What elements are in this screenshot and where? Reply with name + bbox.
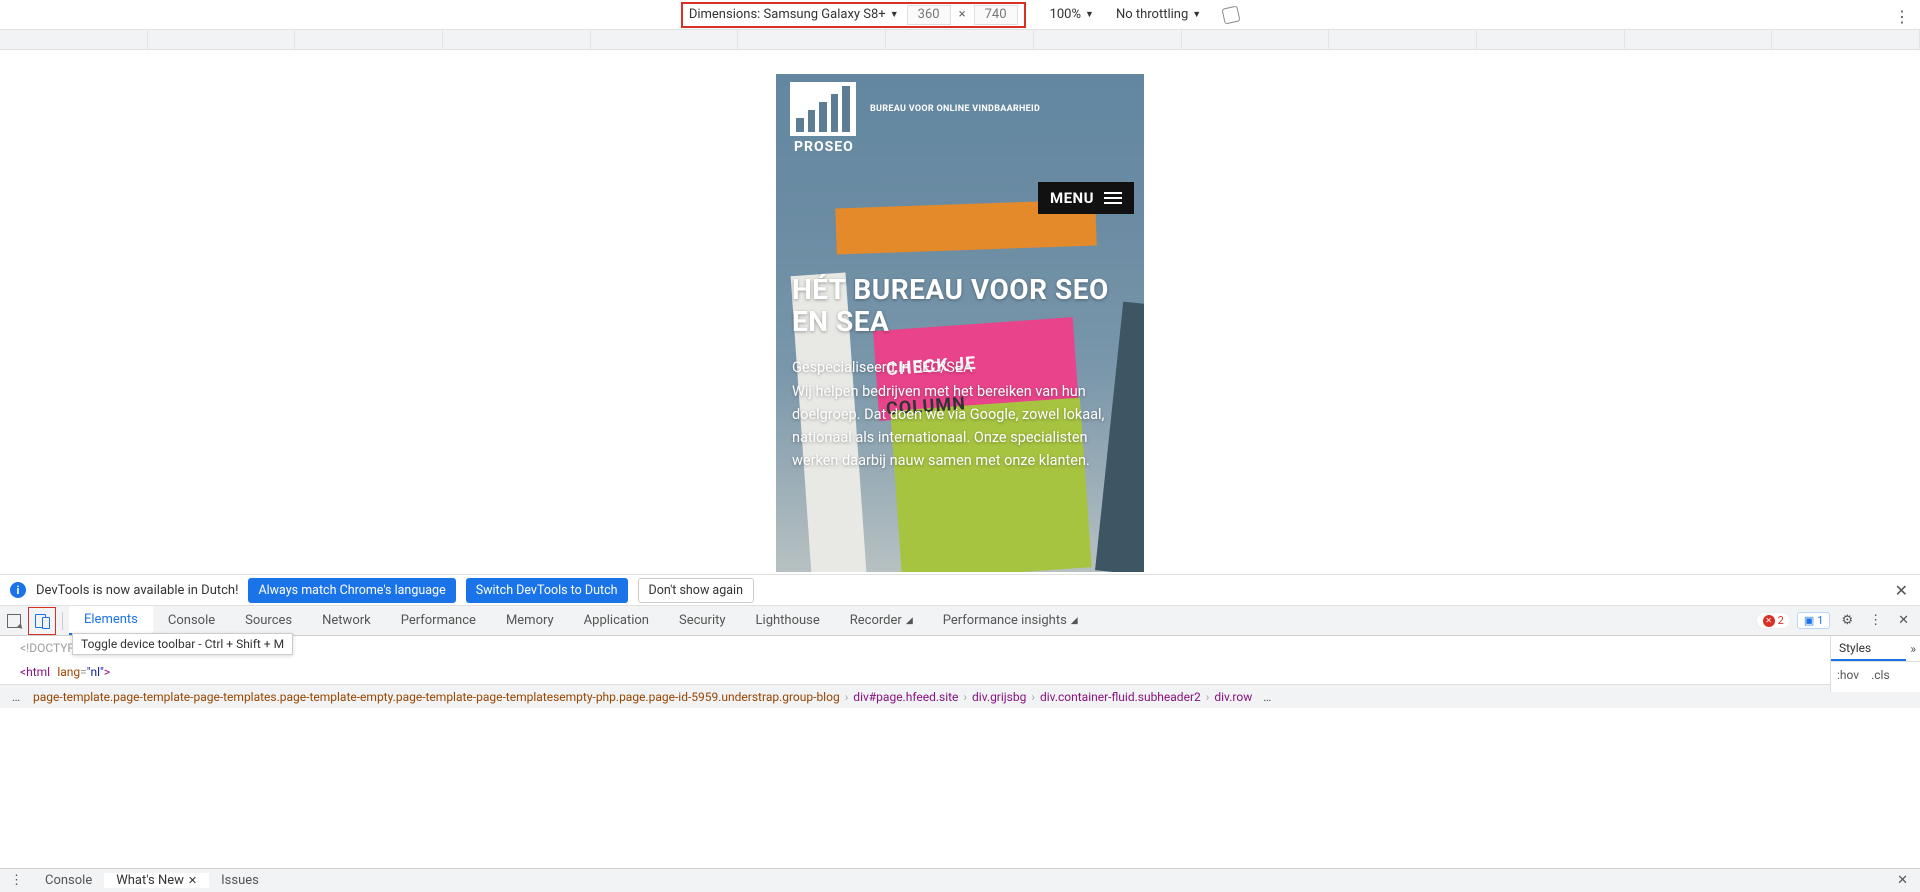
tab-elements[interactable]: Elements (69, 606, 153, 635)
drawer-tab-whatsnew[interactable]: What's New✕ (104, 873, 209, 888)
menu-label: MENU (1050, 189, 1094, 207)
settings-icon[interactable]: ⚙ (1836, 613, 1858, 628)
tab-security[interactable]: Security (664, 606, 741, 635)
menu-button[interactable]: MENU (1038, 182, 1134, 214)
experiment-icon: ◢ (1071, 616, 1078, 626)
device-toolbar-more-icon[interactable]: ⋮ (1894, 7, 1910, 26)
tab-perf-insights[interactable]: Performance insights◢ (928, 606, 1093, 635)
site-tagline: BUREAU VOOR ONLINE VINDBAARHEID (870, 104, 1040, 114)
logo-icon (790, 82, 856, 136)
devtools-tabbar: Elements Console Sources Network Perform… (0, 606, 1920, 636)
source-line-html[interactable]: <html lang="nl"> (0, 660, 1920, 684)
inspect-element-button[interactable] (0, 607, 28, 635)
switch-dutch-button[interactable]: Switch DevTools to Dutch (466, 578, 628, 603)
width-input[interactable] (907, 5, 951, 25)
hamburger-icon (1104, 192, 1122, 204)
hov-toggle[interactable]: :hov (1831, 668, 1865, 682)
crumb-body[interactable]: page-template.page-template-page-templat… (28, 690, 845, 704)
styles-more-icon[interactable]: » (1906, 642, 1920, 656)
drawer-tab-console[interactable]: Console (33, 873, 104, 888)
dimensions-dropdown[interactable]: Dimensions: Samsung Galaxy S8+▼ (689, 7, 899, 22)
errors-badge[interactable]: ✕2 (1756, 612, 1791, 629)
throttling-dropdown[interactable]: No throttling▼ (1116, 7, 1201, 22)
crumb-sub[interactable]: div.container-fluid.subheader2 (1035, 690, 1206, 704)
styles-panel: Styles » :hov .cls (1830, 636, 1920, 692)
drawer-tabbar: ⋮ Console What's New✕ Issues ✕ (0, 868, 1920, 892)
drawer-close-icon[interactable]: ✕ (1897, 873, 1908, 888)
site-brand: PROSEO (794, 139, 854, 155)
info-icon: i (10, 582, 26, 598)
device-icon (35, 614, 49, 628)
tab-application[interactable]: Application (569, 606, 664, 635)
viewport: CHECK JE COLUMN BUREAU VOOR ONLINE VINDB… (0, 50, 1920, 574)
cls-toggle[interactable]: .cls (1865, 668, 1896, 682)
dimension-separator: × (959, 7, 966, 22)
tab-recorder[interactable]: Recorder◢ (835, 606, 928, 635)
match-language-button[interactable]: Always match Chrome's language (248, 578, 455, 603)
tab-memory[interactable]: Memory (491, 606, 569, 635)
notice-text: DevTools is now available in Dutch! (36, 583, 238, 598)
dont-show-button[interactable]: Don't show again (638, 578, 755, 603)
zoom-dropdown[interactable]: 100%▼ (1050, 7, 1094, 22)
toggle-device-tooltip: Toggle device toolbar - Ctrl + Shift + M (72, 633, 293, 655)
dom-breadcrumb[interactable]: … page-template.page-template-page-templ… (0, 684, 1920, 708)
rotate-icon[interactable] (1222, 5, 1241, 24)
more-icon[interactable]: ⋮ (1864, 613, 1887, 628)
height-input[interactable] (974, 5, 1018, 25)
hero-p2: Wij helpen bedrijven met het bereiken va… (792, 380, 1128, 426)
crumb-grijs[interactable]: div.grijsbg (967, 690, 1031, 704)
drawer-tab-issues[interactable]: Issues (209, 873, 271, 888)
tab-lighthouse[interactable]: Lighthouse (741, 606, 835, 635)
tab-sources[interactable]: Sources (230, 606, 307, 635)
crumb-page[interactable]: div#page.hfeed.site (848, 690, 963, 704)
close-devtools-icon[interactable]: ✕ (1893, 613, 1914, 628)
dimensions-highlight: Dimensions: Samsung Galaxy S8+▼ × (681, 2, 1026, 28)
notice-close-icon[interactable]: ✕ (1895, 581, 1908, 600)
device-toolbar: Dimensions: Samsung Galaxy S8+▼ × 100%▼ … (0, 0, 1920, 30)
tab-network[interactable]: Network (307, 606, 386, 635)
device-frame: CHECK JE COLUMN BUREAU VOOR ONLINE VINDB… (776, 74, 1144, 572)
hero-text: HÉT BUREAU VOOR SEO EN SEA Gespecialisee… (792, 274, 1128, 472)
experiment-icon: ◢ (906, 616, 913, 626)
site-logo[interactable]: BUREAU VOOR ONLINE VINDBAARHEID (790, 82, 1040, 136)
language-notice: i DevTools is now available in Dutch! Al… (0, 574, 1920, 606)
ruler (0, 30, 1920, 50)
inspect-icon (7, 614, 21, 628)
toggle-device-button[interactable] (28, 607, 56, 635)
crumb-row[interactable]: div.row (1209, 690, 1257, 704)
tab-console[interactable]: Console (153, 606, 230, 635)
messages-badge[interactable]: ▣ 1 (1797, 612, 1831, 629)
hero-p1: Gespecialiseerd in SEO/SEA (792, 356, 1128, 379)
drawer-more-icon[interactable]: ⋮ (0, 873, 33, 888)
breadcrumb-overflow[interactable]: … (12, 690, 20, 704)
hero-p3: nationaal als internationaal. Onze speci… (792, 426, 1128, 472)
styles-tab[interactable]: Styles (1831, 636, 1906, 661)
tab-performance[interactable]: Performance (386, 606, 491, 635)
hero-title: HÉT BUREAU VOOR SEO EN SEA (792, 274, 1128, 338)
